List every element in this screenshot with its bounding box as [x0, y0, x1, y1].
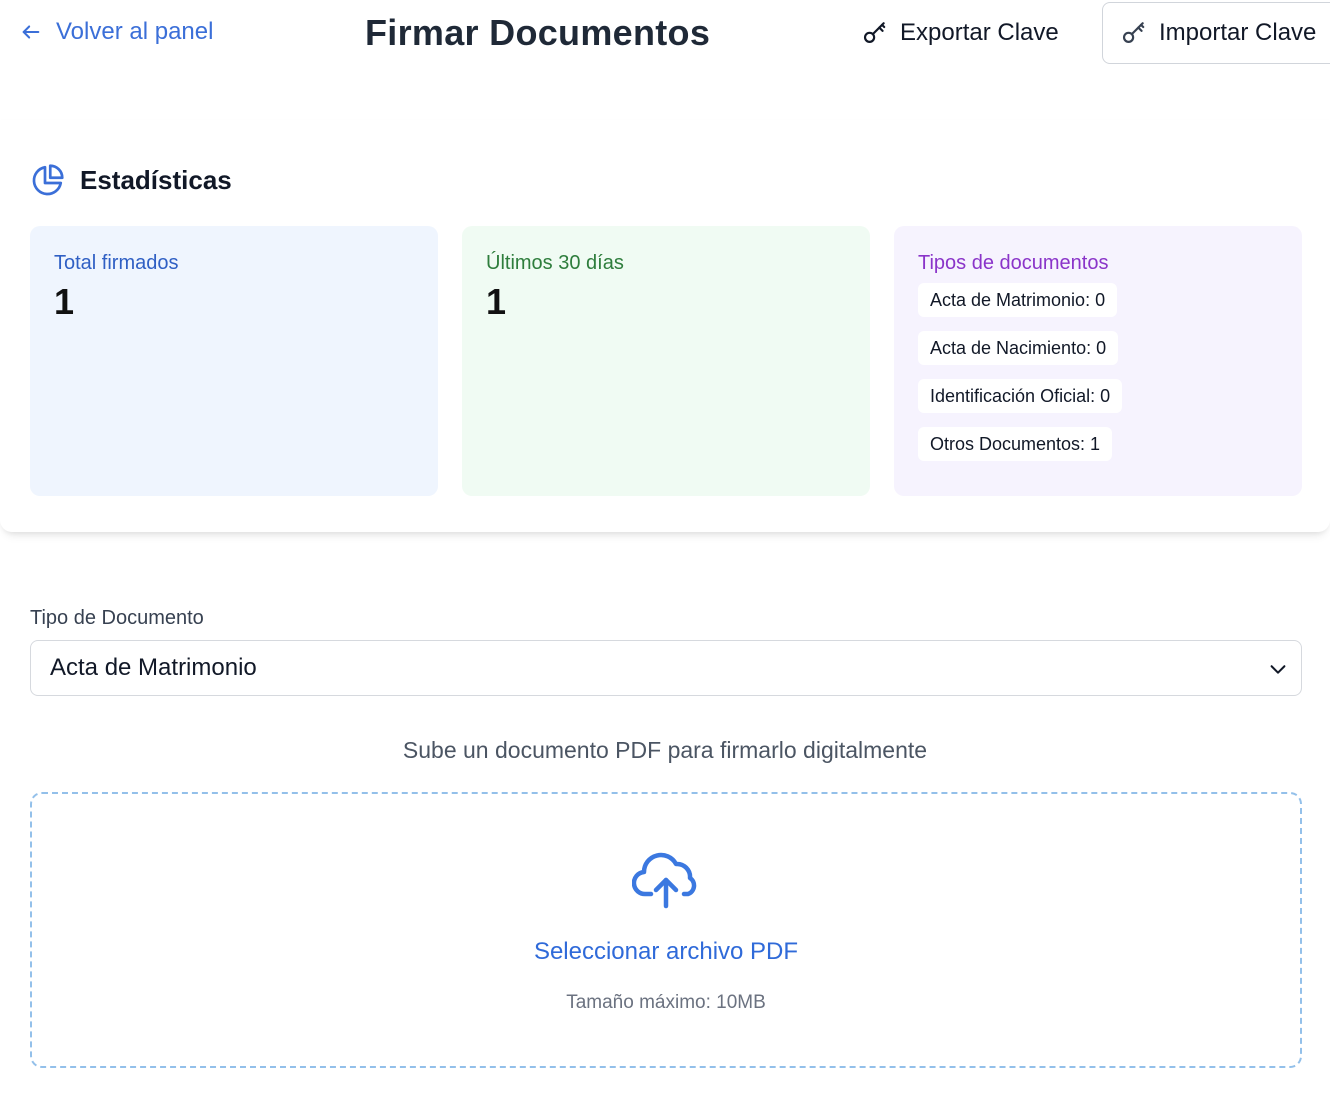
key-icon — [863, 22, 886, 43]
total-signed-card: Total firmados 1 — [30, 226, 438, 496]
document-type-label: Tipo de Documento — [30, 607, 204, 629]
chevron-down-icon — [1270, 665, 1286, 674]
doc-type-marriage: Acta de Matrimonio: 0 — [918, 283, 1118, 317]
document-type-value: Acta de Matrimonio — [50, 654, 257, 681]
pie-chart-icon — [32, 164, 64, 196]
last-30-days-label: Últimos 30 días — [486, 252, 624, 274]
total-signed-label: Total firmados — [54, 252, 179, 274]
import-key-label: Importar Clave — [1159, 19, 1317, 46]
export-key-label: Exportar Clave — [900, 19, 1059, 46]
select-pdf-button[interactable]: Seleccionar archivo PDF — [32, 938, 1300, 966]
header: Volver al panel Firmar Documentos Export… — [0, 0, 1330, 70]
document-type-select[interactable]: Acta de Matrimonio — [30, 640, 1302, 696]
pdf-dropzone[interactable]: Seleccionar archivo PDF Tamaño máximo: 1… — [30, 792, 1302, 1068]
total-signed-value: 1 — [54, 281, 75, 322]
doc-type-birth: Acta de Nacimiento: 0 — [918, 331, 1119, 365]
arrow-left-icon — [22, 25, 40, 39]
back-to-panel-link[interactable]: Volver al panel — [20, 18, 213, 46]
document-types-card: Tipos de documentos Acta de Matrimonio: … — [894, 226, 1302, 496]
statistics-title: Estadísticas — [80, 164, 232, 195]
last-30-days-card: Últimos 30 días 1 — [462, 226, 870, 496]
statistics-heading: Estadísticas — [30, 162, 232, 198]
cloud-upload-icon — [632, 852, 697, 909]
back-link-label: Volver al panel — [56, 18, 214, 45]
key-icon — [1122, 22, 1145, 43]
export-key-button[interactable]: Exportar Clave — [862, 2, 1059, 64]
upload-hint: Sube un documento PDF para firmarlo digi… — [402, 737, 928, 763]
statistics-panel: Estadísticas Total firmados 1 Últimos 30… — [0, 120, 1330, 532]
page-title: Firmar Documentos — [365, 12, 711, 53]
max-size-note: Tamaño máximo: 10MB — [566, 992, 766, 1013]
document-types-list: Acta de Matrimonio: 0 Acta de Nacimiento… — [918, 283, 1278, 461]
import-key-button[interactable]: Importar Clave — [1102, 2, 1330, 64]
last-30-days-value: 1 — [486, 281, 507, 322]
document-types-label: Tipos de documentos — [918, 252, 1109, 274]
doc-type-id: Identificación Oficial: 0 — [918, 379, 1123, 413]
doc-type-other: Otros Documentos: 1 — [918, 427, 1113, 461]
